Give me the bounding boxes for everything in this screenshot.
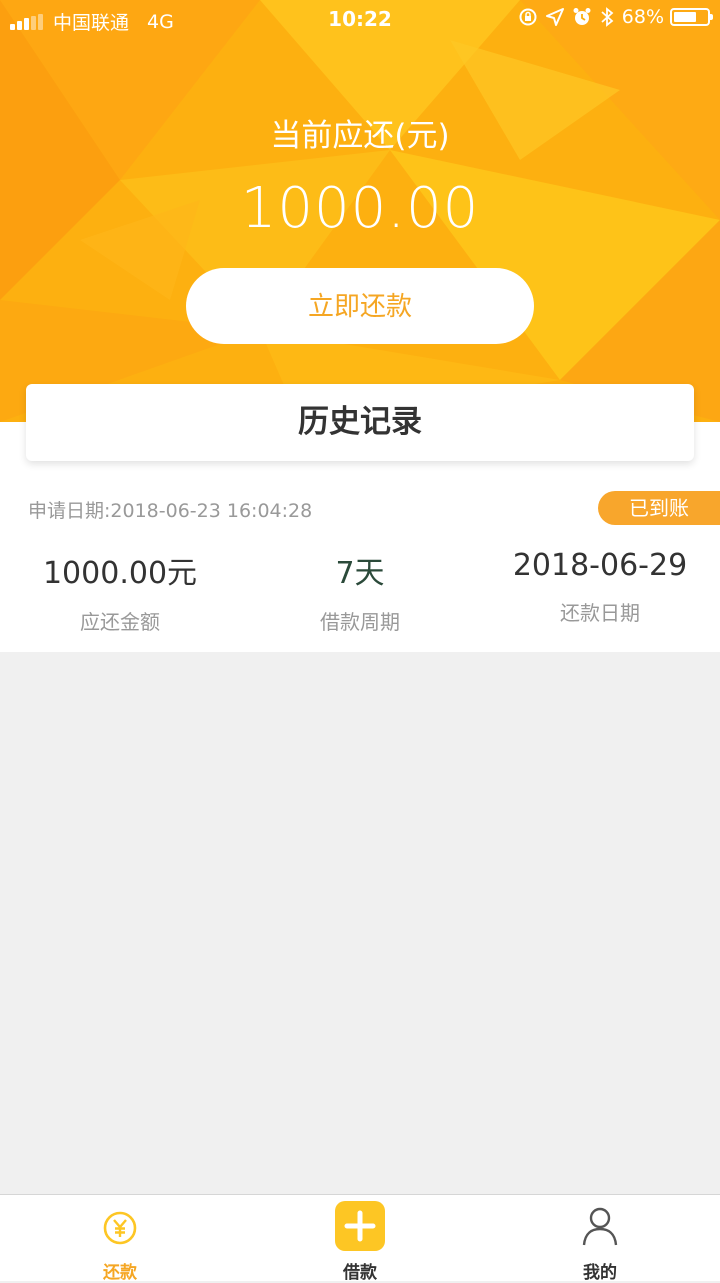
tab-repay[interactable]: 还款 [0, 1195, 240, 1283]
due-amount-value: 1000.00 [240, 176, 480, 241]
repay-date-column: 2018-06-29 还款日期 [480, 548, 720, 626]
history-title: 历史记录 [26, 384, 694, 461]
header: 中国联通 4G 10:22 68% 当前应还(元) 1000.00 立即还款 [0, 0, 720, 422]
period-column: 7天 借款周期 [240, 548, 480, 635]
status-bar: 中国联通 4G 10:22 68% [0, 0, 720, 38]
user-icon [582, 1207, 618, 1246]
yuan-circle-icon [103, 1211, 137, 1245]
bluetooth-icon [600, 7, 614, 27]
tab-mine[interactable]: 我的 [480, 1195, 720, 1283]
alarm-icon [572, 7, 592, 27]
plus-icon [335, 1201, 385, 1251]
status-badge: 已到账 [598, 491, 720, 525]
tab-repay-label: 还款 [103, 1263, 137, 1283]
amount-column: 1000.00元 应还金额 [0, 548, 240, 635]
rotation-lock-icon [518, 7, 538, 27]
repay-now-button[interactable]: 立即还款 [186, 268, 534, 344]
battery-icon [670, 8, 713, 26]
record-repay-date-label: 还款日期 [560, 601, 640, 625]
battery-percent: 68% [621, 6, 664, 28]
due-amount-label: 当前应还(元) [270, 118, 450, 154]
apply-date: 申请日期:2018-06-23 16:04:28 [28, 500, 313, 522]
tab-borrow-label: 借款 [343, 1263, 377, 1283]
tab-mine-label: 我的 [583, 1263, 617, 1283]
record-period: 7天 [335, 556, 385, 591]
record-amount-label: 应还金额 [80, 610, 160, 634]
tab-bar: 还款 借款 我的 [0, 1194, 720, 1283]
record-period-label: 借款周期 [320, 610, 400, 634]
record-repay-date: 2018-06-29 [512, 548, 688, 583]
record-amount: 1000.00元 [42, 556, 198, 591]
tab-borrow[interactable]: 借款 [240, 1195, 480, 1283]
location-icon [545, 8, 564, 26]
